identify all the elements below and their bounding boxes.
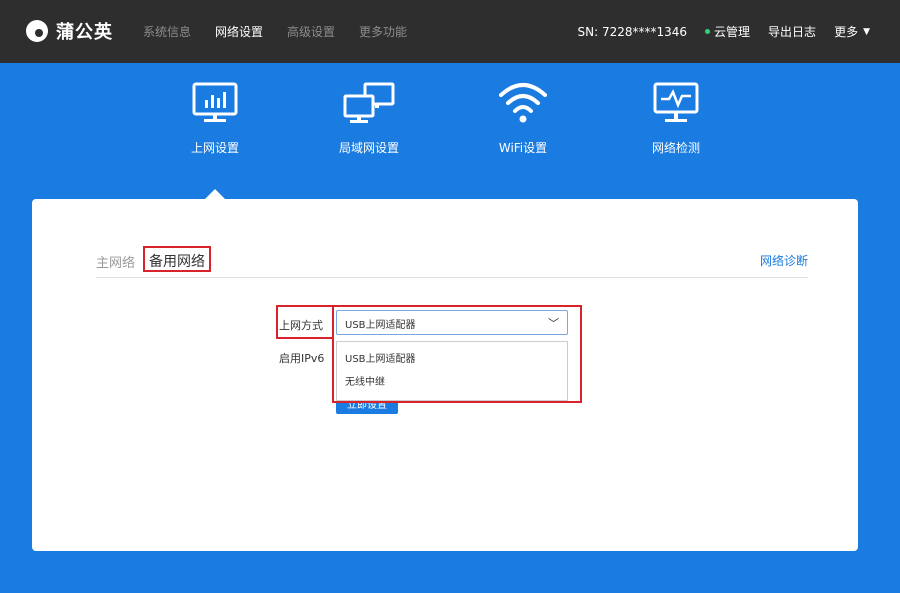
nav-network-settings[interactable]: 网络设置 [215,23,263,40]
brand-name: 蒲公英 [56,22,113,43]
monitor-pulse-icon [653,82,699,122]
ipv6-label: 启用IPv6 [279,352,325,365]
section-label: 网络检测 [651,141,700,155]
dandelion-logo-icon [26,20,48,42]
brand-logo[interactable]: 蒲公英 [26,18,113,44]
tab-main-network[interactable]: 主网络 [96,252,135,271]
more-menu[interactable]: 更多 ▼ [834,23,870,40]
more-label: 更多 [834,25,859,39]
wifi-icon [499,83,547,123]
cloud-manage-label: 云管理 [714,25,751,39]
online-status-dot-icon [705,29,711,34]
highlight-box [332,305,582,403]
header-right: SN: 7228****1346 云管理 导出日志 更多 ▼ [560,0,871,63]
caret-down-icon: ▼ [863,26,870,37]
section-network-detection[interactable]: 网络检测 [616,81,736,156]
network-diagnose-link[interactable]: 网络诊断 [760,252,808,269]
nav-advanced-settings[interactable]: 高级设置 [287,23,335,40]
section-wifi-settings[interactable]: WiFi设置 [463,81,583,156]
export-log-link[interactable]: 导出日志 [768,23,816,40]
main-nav: 系统信息 网络设置 高级设置 更多功能 [143,0,431,63]
network-tabs: 主网络 备用网络 网络诊断 [96,246,808,278]
top-bar: 蒲公英 系统信息 网络设置 高级设置 更多功能 SN: 7228****1346… [0,0,900,63]
highlight-box [276,305,334,339]
cloud-manage-link[interactable]: 云管理 [705,23,750,40]
monitor-chart-icon [192,82,238,122]
network-section-nav: 上网设置 局域网设置 WiFi设置 网络检测 [0,63,900,199]
section-label: 局域网设置 [338,141,399,155]
lan-monitors-icon [343,82,395,123]
section-lan-settings[interactable]: 局域网设置 [309,81,429,156]
section-internet-settings[interactable]: 上网设置 [155,81,275,156]
section-label: 上网设置 [190,141,239,155]
highlight-box [332,337,334,403]
serial-number: SN: 7228****1346 [577,24,688,39]
settings-panel: 主网络 备用网络 网络诊断 上网方式 启用IPv6 立即设置 USB上网适配器 … [32,199,858,551]
section-label: WiFi设置 [498,141,548,155]
tab-backup-network[interactable]: 备用网络 [143,246,211,272]
active-section-pointer [205,189,225,199]
nav-system-info[interactable]: 系统信息 [143,23,191,40]
nav-more-features[interactable]: 更多功能 [359,23,407,40]
